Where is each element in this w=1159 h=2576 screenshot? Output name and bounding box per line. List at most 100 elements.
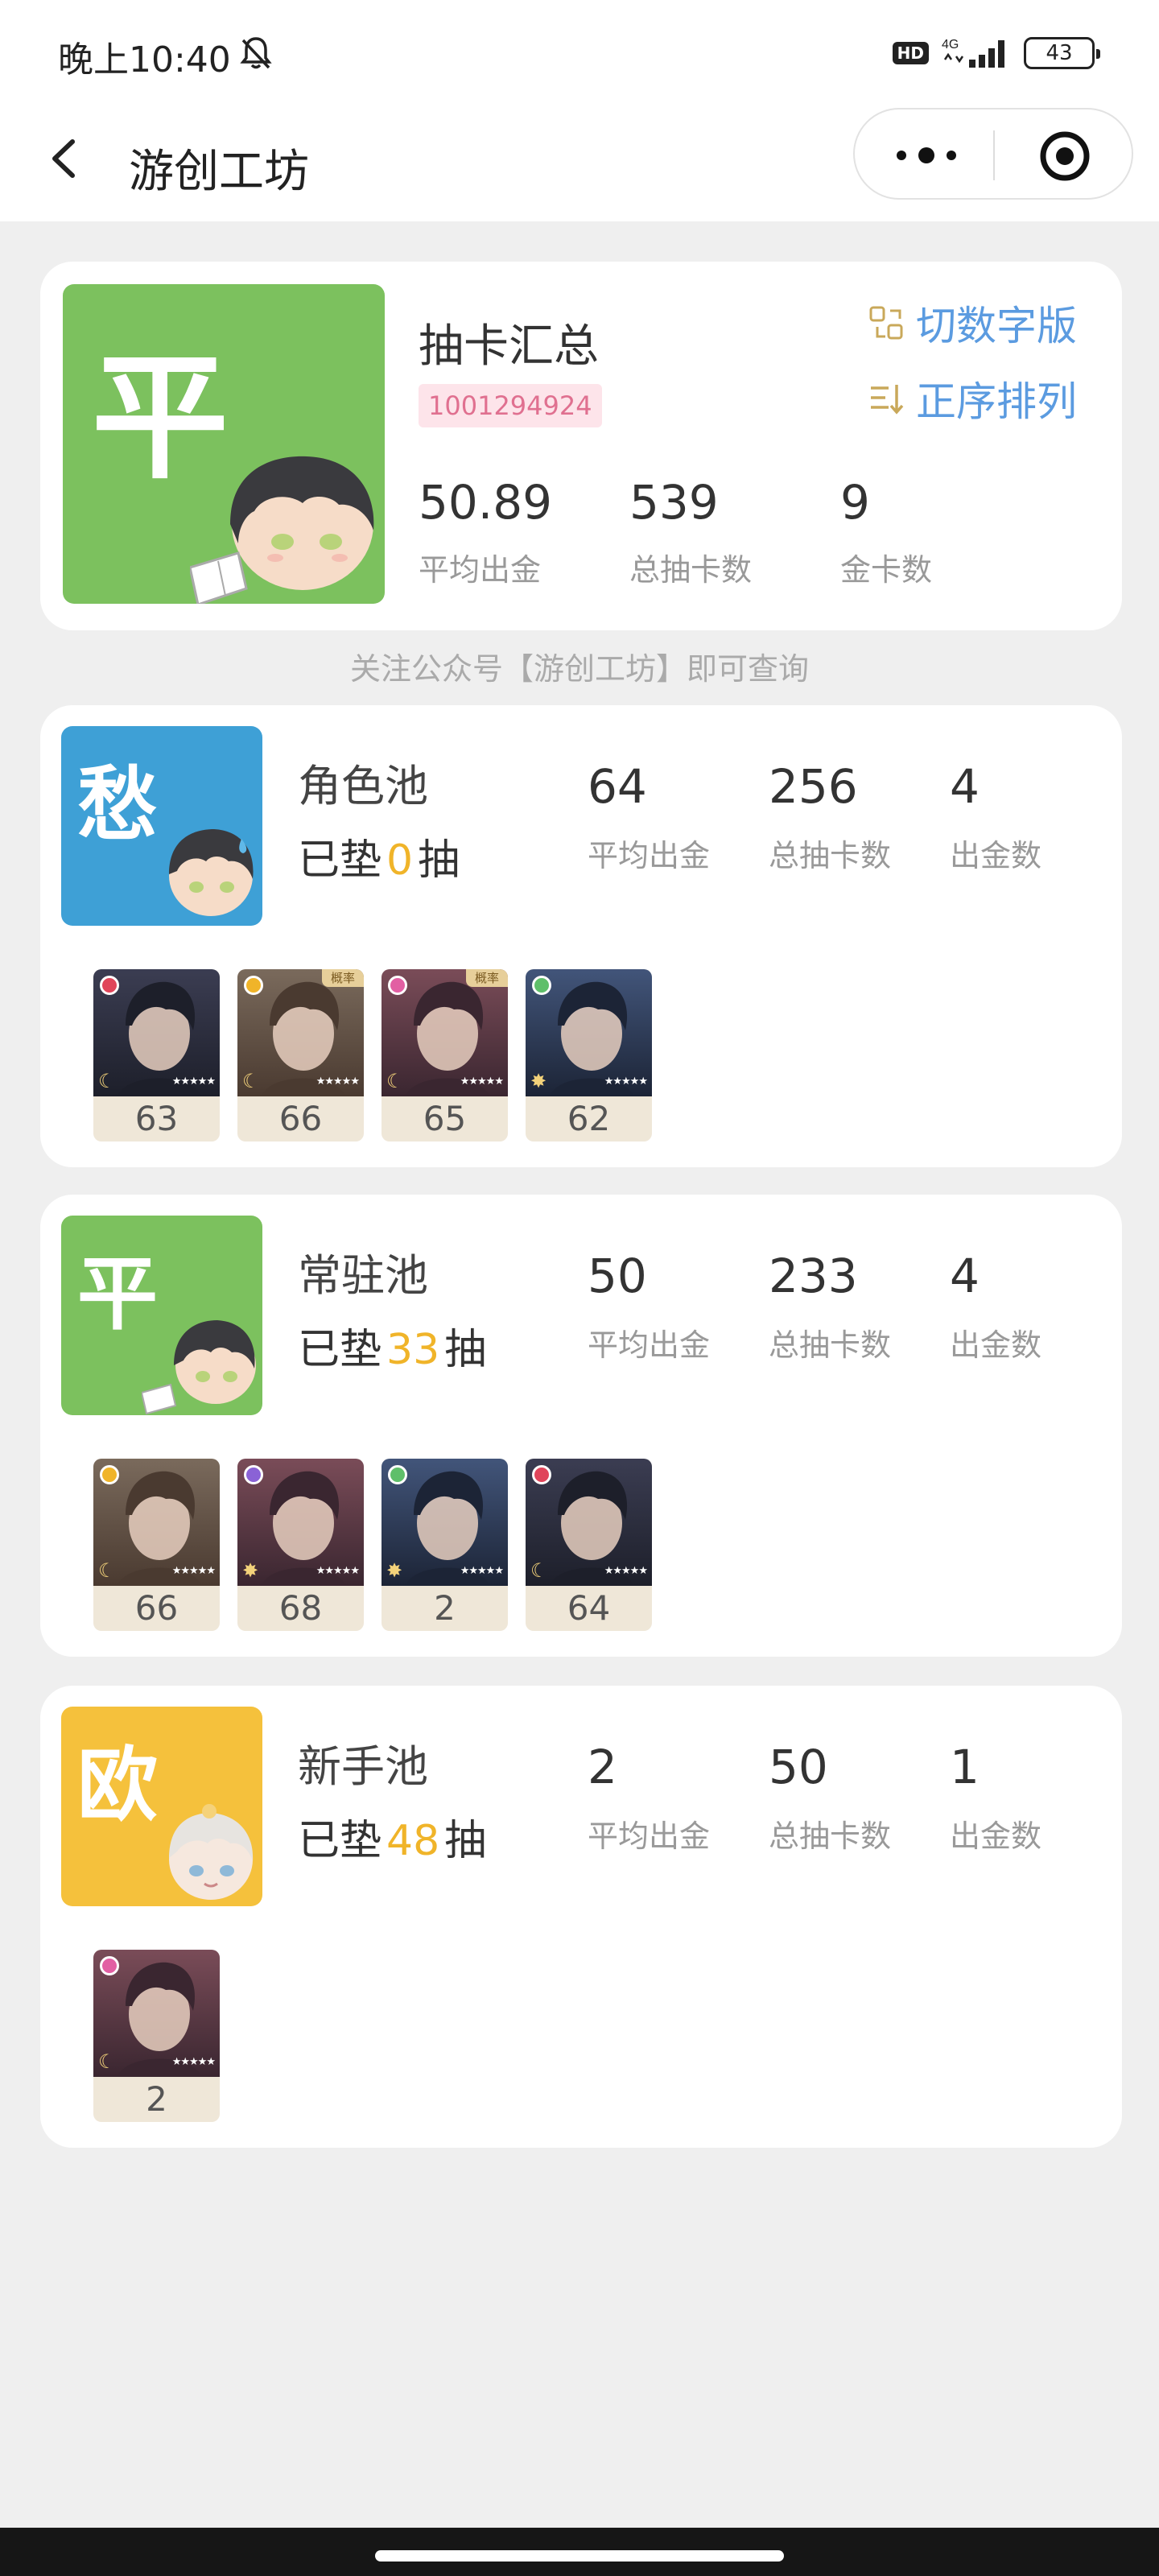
stat-label: 出金数 [950, 838, 1042, 873]
stat-value: 4 [950, 759, 980, 814]
sun-icon: ✸ [530, 1070, 547, 1092]
home-indicator-area [0, 2528, 1159, 2576]
pool-avatar-char: 愁 [77, 757, 158, 852]
five-stars-icon: ★★★★★ [171, 2055, 216, 2068]
pool-pity: 已垫 0 抽 [298, 826, 460, 886]
card-footer: ☾ ★★★★★ [386, 1071, 504, 1092]
gold-character-card[interactable]: 概率 ☾ ★★★★★ 66 [237, 969, 364, 1141]
gold-character-card[interactable]: ✸ ★★★★★ 2 [382, 1459, 508, 1631]
sun-icon: ✸ [242, 1559, 259, 1582]
stat-value: 50.89 [419, 475, 553, 530]
stat-value: 1 [950, 1740, 980, 1794]
pull-count: 66 [134, 1588, 179, 1628]
stat-label: 总抽卡数 [769, 1818, 892, 1854]
status-time: 晚上10:40 [58, 39, 231, 80]
rarity-gem-icon [100, 1956, 119, 1975]
stat-total-pulls: 256 总抽卡数 [769, 763, 950, 875]
back-arrow-icon[interactable] [42, 130, 90, 187]
pool-card-character: 愁 角色池 已垫 0 抽 64 平均出金 256 总抽卡数 4 出金数 ☾ ★★★★★… [40, 705, 1122, 1167]
card-footer: ☾ ★★★★★ [98, 1560, 216, 1581]
close-target-icon[interactable] [1038, 130, 1091, 183]
home-bar[interactable] [375, 2550, 784, 2562]
stat-avg-gold: 50 平均出金 [588, 1253, 769, 1364]
pity-count: 0 [386, 836, 414, 885]
card-footer: ☾ ★★★★★ [98, 1070, 216, 1092]
gold-card-list: ☾ ★★★★★ 66 ✸ ★★★★★ 68 ✸ ★★★★★ 2 ☾ ★★★★★ 64 [93, 1459, 652, 1631]
stat-value: 2 [588, 1740, 617, 1794]
mini-program-capsule [853, 108, 1133, 200]
sort-order-button[interactable]: 正序排列 [868, 369, 1077, 427]
chibi-reading-icon [190, 456, 374, 604]
gold-character-card[interactable]: ✸ ★★★★★ 68 [237, 1459, 364, 1631]
sun-icon: ✸ [386, 1559, 403, 1582]
summary-card: 平 抽卡汇总 1001294924 切数字版 正序排列 50.89 平均出金 5… [40, 262, 1122, 630]
network-label: 4G [942, 38, 959, 52]
battery-level: 43 [1046, 41, 1073, 65]
five-stars-icon: ★★★★★ [316, 1564, 360, 1577]
stat-label: 平均出金 [588, 1818, 711, 1854]
card-footer: ☾ ★★★★★ [98, 2050, 216, 2073]
gold-character-card[interactable]: 概率 ☾ ★★★★★ 65 [382, 969, 508, 1141]
five-stars-icon: ★★★★★ [171, 1564, 216, 1577]
follow-notice: 关注公众号【游创工坊】即可查询 [349, 651, 809, 687]
rarity-gem-icon [388, 1465, 407, 1484]
five-stars-icon: ★★★★★ [460, 1075, 504, 1088]
rarity-gem-icon [532, 976, 551, 995]
stat-gold-count: 1 出金数 [950, 1744, 1131, 1856]
stat-label: 平均出金 [588, 838, 711, 873]
pull-count: 68 [278, 1588, 323, 1628]
pool-stats: 2 平均出金 50 总抽卡数 1 出金数 [588, 1744, 1131, 1856]
switch-digital-button[interactable]: 切数字版 [868, 294, 1077, 352]
pity-prefix: 已垫 [298, 1817, 382, 1865]
stat-label: 金卡数 [840, 552, 933, 588]
status-indicators: HD 4G 43 [892, 35, 1100, 71]
pity-prefix: 已垫 [298, 1326, 382, 1374]
moon-icon: ☾ [530, 1559, 548, 1582]
capsule-divider [993, 130, 995, 180]
stat-value: 50 [588, 1249, 647, 1303]
five-stars-icon: ★★★★★ [460, 1564, 504, 1577]
summary-avatar: 平 [63, 284, 385, 604]
moon-icon: ☾ [242, 1070, 260, 1092]
stat-value: 4 [950, 1249, 980, 1303]
five-stars-icon: ★★★★★ [604, 1075, 648, 1088]
stat-label: 总抽卡数 [769, 838, 892, 873]
moon-icon: ☾ [98, 2050, 116, 2073]
chibi-happy-icon [169, 1804, 254, 1900]
gold-character-card[interactable]: ✸ ★★★★★ 62 [526, 969, 652, 1141]
bell-muted-icon [240, 37, 272, 69]
gold-character-card[interactable]: ☾ ★★★★★ 2 [93, 1950, 220, 2122]
battery-icon: 43 [1024, 37, 1100, 69]
gold-character-card[interactable]: ☾ ★★★★★ 64 [526, 1459, 652, 1631]
pull-count: 2 [146, 2079, 167, 2119]
moon-icon: ☾ [98, 1070, 116, 1092]
pool-avatar: 愁 [61, 726, 262, 926]
rarity-gem-icon [532, 1465, 551, 1484]
pull-count: 65 [423, 1099, 467, 1138]
stat-value: 50 [769, 1740, 828, 1794]
hd-badge: HD [892, 42, 929, 64]
gold-character-card[interactable]: ☾ ★★★★★ 63 [93, 969, 220, 1141]
stat-total-pulls: 539 总抽卡数 [629, 479, 840, 589]
status-bar: 晚上10:40 HD 4G 43 [0, 0, 1159, 105]
signal-4g-icon: 4G [942, 38, 1004, 68]
stat-total-pulls: 50 总抽卡数 [769, 1744, 950, 1856]
pull-count: 66 [278, 1099, 323, 1138]
rate-up-tag: 概率 [466, 969, 508, 987]
pull-count: 2 [434, 1588, 456, 1628]
gold-card-list: ☾ ★★★★★ 2 [93, 1950, 220, 2122]
rarity-gem-icon [244, 1465, 263, 1484]
more-dots-icon[interactable] [890, 136, 963, 175]
pity-count: 33 [386, 1326, 440, 1374]
stat-value: 233 [769, 1249, 858, 1303]
pull-count: 63 [134, 1099, 179, 1138]
stat-label: 出金数 [950, 1327, 1042, 1363]
pool-pity: 已垫 33 抽 [298, 1315, 486, 1376]
card-footer: ✸ ★★★★★ [242, 1559, 360, 1582]
pull-count: 62 [567, 1099, 611, 1138]
stat-avg-gold: 64 平均出金 [588, 763, 769, 875]
stat-label: 总抽卡数 [769, 1327, 892, 1363]
pool-stats: 50 平均出金 233 总抽卡数 4 出金数 [588, 1253, 1131, 1364]
gold-character-card[interactable]: ☾ ★★★★★ 66 [93, 1459, 220, 1631]
stat-avg-gold: 50.89 平均出金 [419, 479, 629, 589]
